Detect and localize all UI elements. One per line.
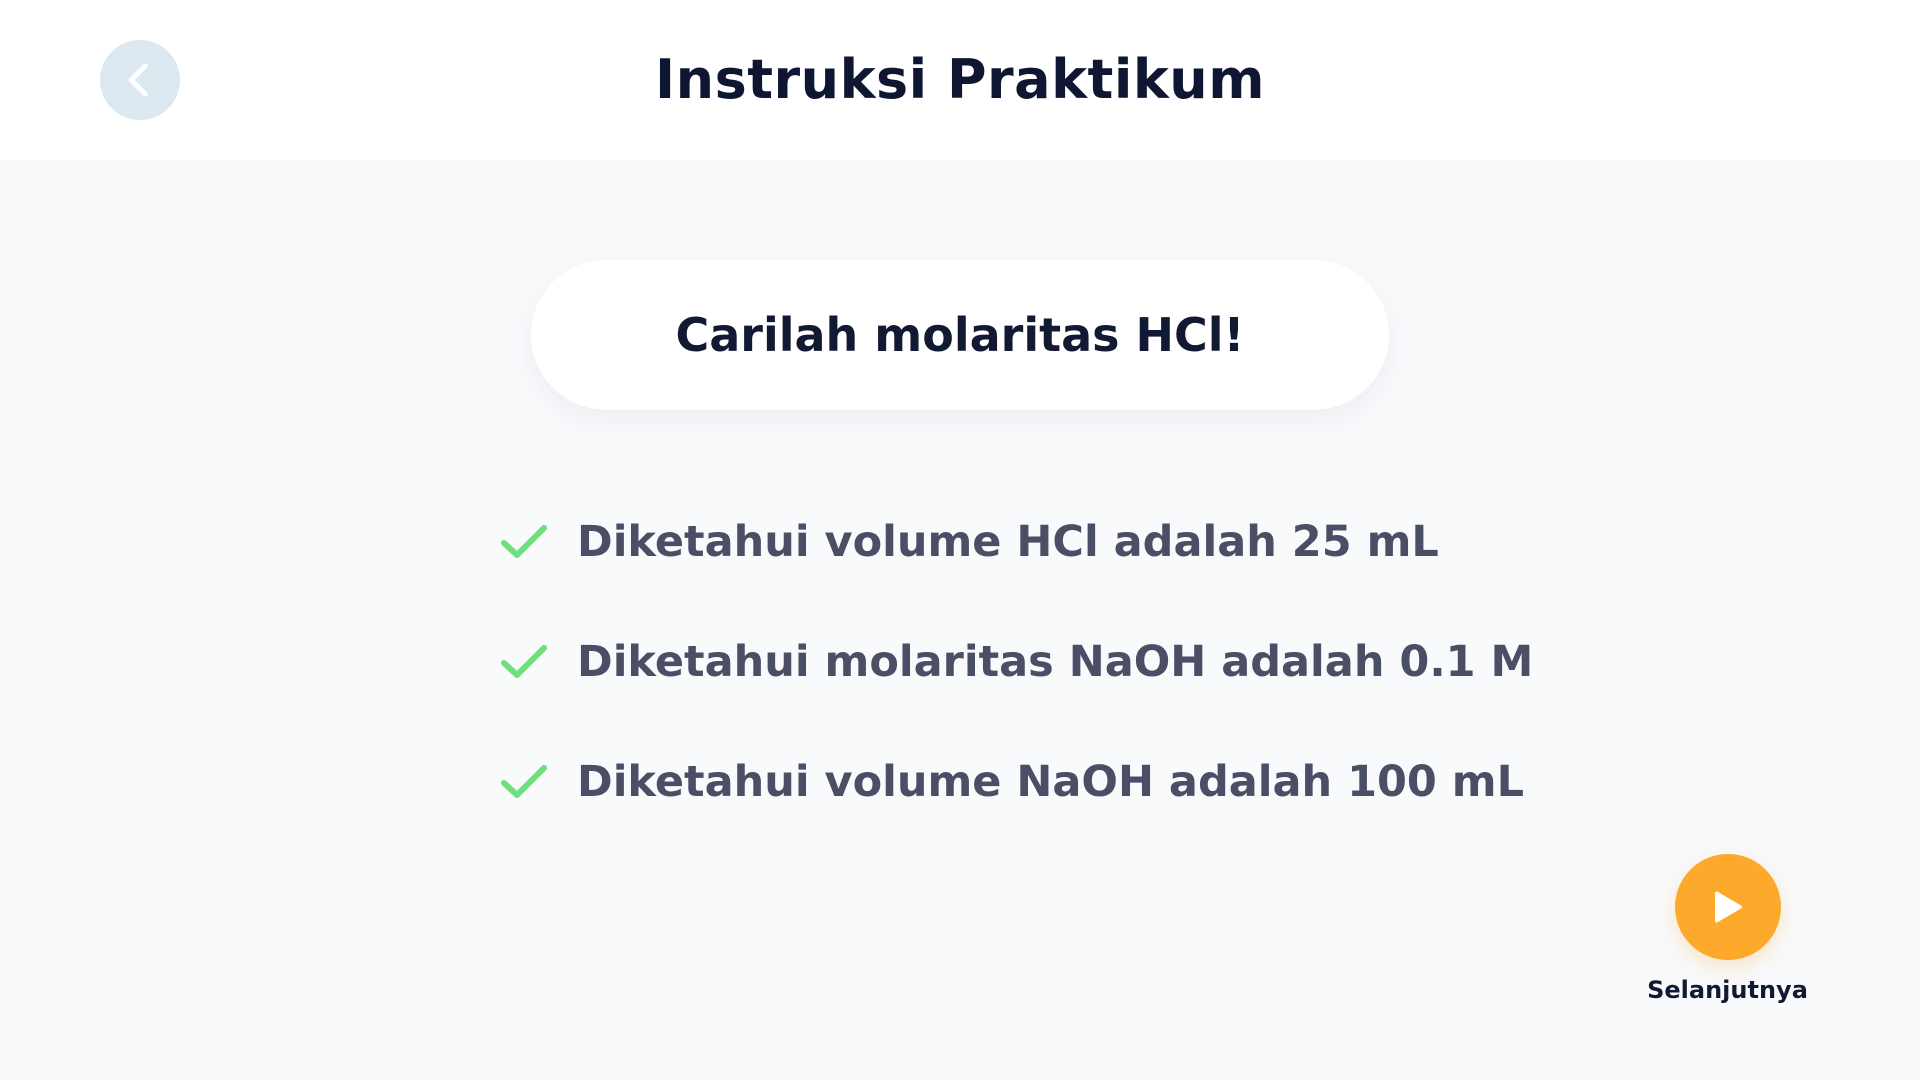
list-item: Diketahui volume HCl adalah 25 mL [500, 502, 1533, 582]
play-icon [1714, 891, 1742, 923]
next-button[interactable] [1674, 854, 1781, 960]
list-item: Diketahui volume NaOH adalah 100 mL [500, 742, 1533, 822]
task-prompt: Carilah molaritas HCl! [675, 308, 1245, 362]
next-label[interactable]: Selanjutnya [1640, 976, 1815, 1004]
header: Instruksi Praktikum [0, 0, 1920, 160]
check-icon [500, 522, 550, 562]
fact-text: Diketahui volume NaOH adalah 100 mL [577, 757, 1525, 807]
list-item: Diketahui molaritas NaOH adalah 0.1 M [500, 622, 1533, 702]
next-control: Selanjutnya [1640, 854, 1815, 1004]
check-icon [500, 642, 550, 682]
back-button[interactable] [100, 40, 180, 120]
fact-text: Diketahui molaritas NaOH adalah 0.1 M [577, 637, 1534, 687]
fact-text: Diketahui volume HCl adalah 25 mL [577, 517, 1439, 567]
page-title: Instruksi Praktikum [655, 48, 1265, 111]
task-card: Carilah molaritas HCl! [531, 260, 1389, 410]
facts-list: Diketahui volume HCl adalah 25 mL Diketa… [500, 502, 1533, 862]
check-icon [500, 762, 550, 802]
chevron-left-icon [128, 63, 148, 97]
